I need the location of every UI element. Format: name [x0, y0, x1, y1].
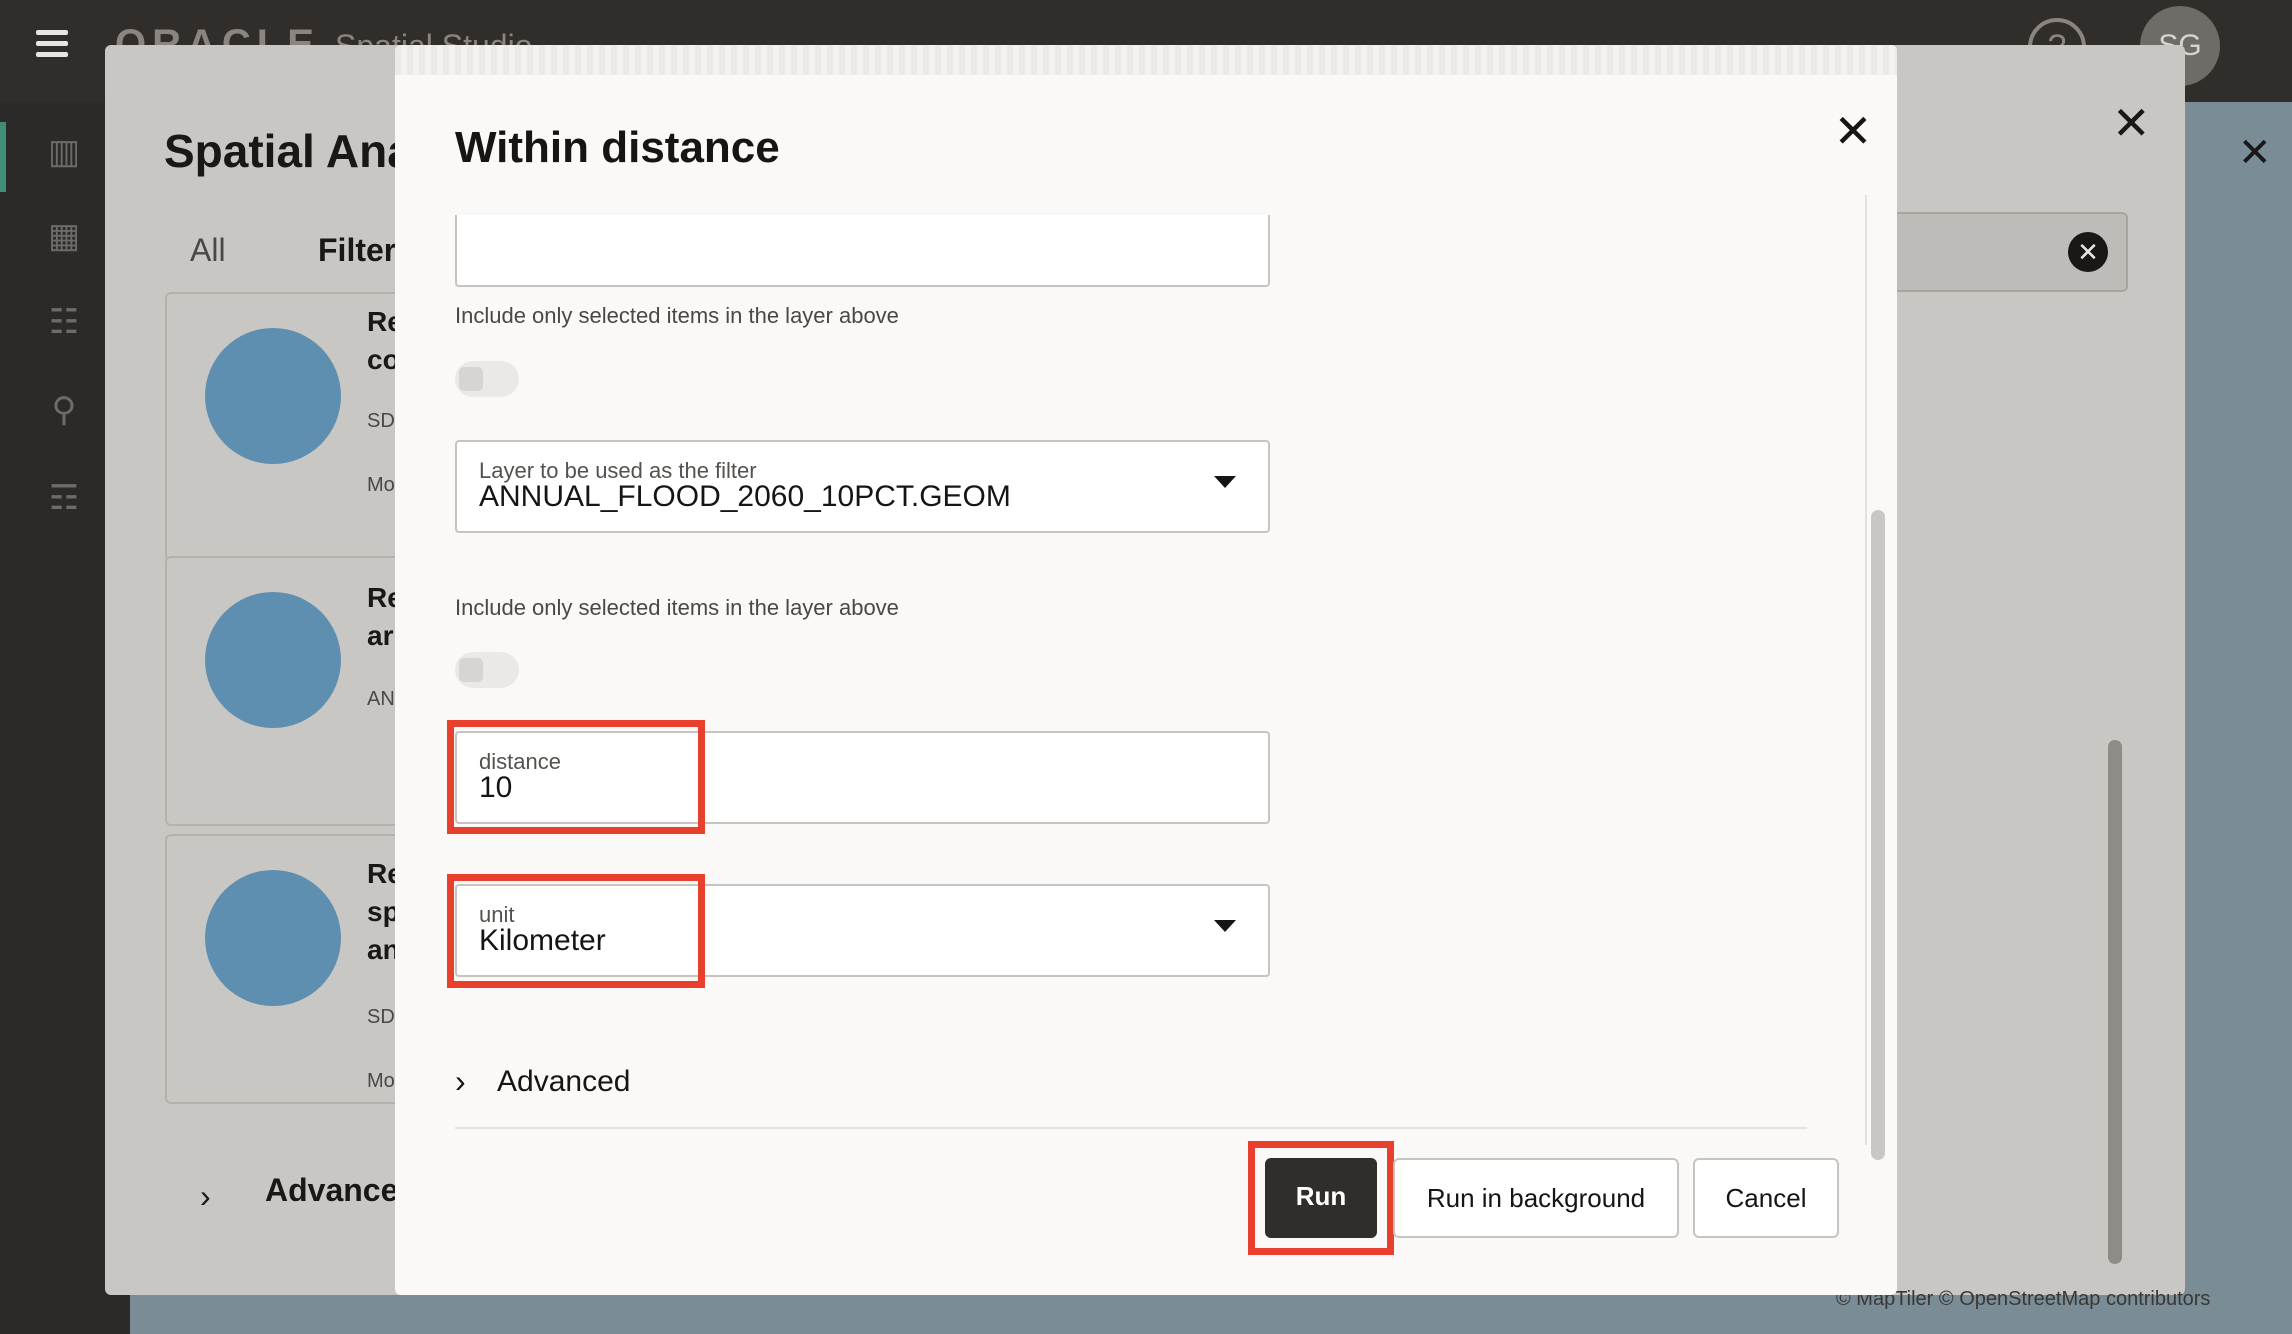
dashboard-icon[interactable]: ▦ — [44, 216, 84, 256]
clear-search-icon[interactable]: ✕ — [2068, 232, 2108, 272]
card-more: Mo — [367, 474, 395, 496]
layer-field[interactable] — [455, 215, 1270, 287]
chevron-down-icon[interactable] — [1214, 920, 1236, 932]
analysis-card[interactable]: Re sp an SD Mo — [165, 834, 405, 1104]
toggle-knob — [459, 658, 483, 682]
points-in-polygon-icon — [205, 592, 341, 728]
background-scrollbar[interactable] — [2108, 740, 2122, 1264]
close-icon[interactable]: ✕ — [1823, 101, 1883, 161]
card-subtitle: SD — [367, 1006, 395, 1028]
dialog-title: Within distance — [455, 123, 780, 172]
run-highlight — [1248, 1141, 1394, 1255]
chevron-right-icon: › — [455, 1063, 466, 1099]
filter-layer-value: ANNUAL_FLOOD_2060_10PCT.GEOM — [479, 480, 1011, 513]
spatial-analysis-title: Spatial Ana — [164, 125, 413, 177]
dialog-scrollbar[interactable] — [1871, 510, 1885, 1160]
unit-highlight — [447, 874, 705, 988]
dialog-top-texture — [395, 45, 1897, 75]
dialog-scroll-track — [1865, 195, 1867, 1145]
hamburger-menu-icon[interactable] — [36, 30, 68, 58]
jobs-icon[interactable]: ☶ — [44, 478, 84, 518]
footer-divider — [455, 1127, 1807, 1129]
close-icon[interactable]: ✕ — [2238, 130, 2272, 176]
include-selected-label: Include only selected items in the layer… — [455, 595, 899, 620]
card-title: ar — [367, 620, 394, 651]
card-subtitle: AN — [367, 688, 395, 710]
spatial-cluster-icon — [205, 870, 341, 1006]
distance-highlight — [447, 720, 705, 834]
within-distance-dialog: Within distance ✕ Include only selected … — [395, 45, 1897, 1295]
analysis-card[interactable]: Re ar AN — [165, 556, 405, 826]
card-subtitle: SD — [367, 410, 395, 432]
toggle-knob — [459, 367, 483, 391]
chevron-right-icon: › — [200, 1178, 211, 1214]
connection-icon[interactable]: ⚲ — [44, 390, 84, 430]
run-in-background-button[interactable]: Run in background — [1393, 1158, 1679, 1238]
close-icon[interactable]: ✕ — [2112, 96, 2151, 150]
tab-all[interactable]: All — [190, 232, 226, 269]
analysis-card[interactable]: Re co SD Mo — [165, 292, 405, 562]
table-icon[interactable]: ☷ — [44, 302, 84, 342]
advanced-toggle[interactable]: › Advanced — [455, 1057, 855, 1107]
card-more: Mo — [367, 1070, 395, 1092]
advanced-label: Advanced — [497, 1065, 631, 1098]
rail-active-indicator — [0, 122, 6, 192]
chevron-down-icon[interactable] — [1214, 476, 1236, 488]
include-selected-toggle[interactable] — [455, 652, 519, 688]
cancel-button[interactable]: Cancel — [1693, 1158, 1839, 1238]
include-selected-label: Include only selected items in the layer… — [455, 303, 899, 328]
tab-filter[interactable]: Filter — [318, 232, 396, 269]
projects-icon[interactable]: ▥ — [44, 132, 84, 172]
filter-layer-select[interactable]: Layer to be used as the filter ANNUAL_FL… — [455, 440, 1270, 533]
include-selected-toggle[interactable] — [455, 361, 519, 397]
polygon-analysis-icon — [205, 328, 341, 464]
